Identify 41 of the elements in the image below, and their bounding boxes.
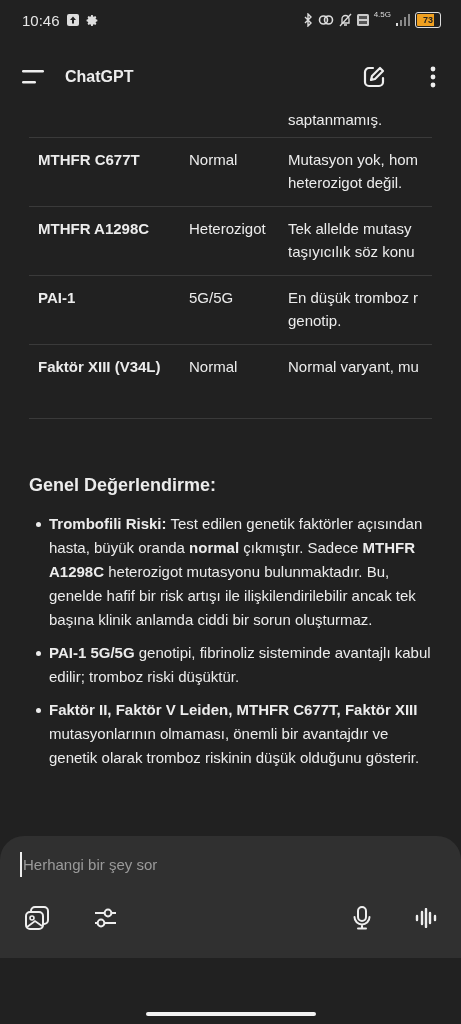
table-cell-text: Normal bbox=[189, 150, 239, 170]
table-cell-text: Normal bbox=[189, 357, 239, 377]
bullet-text: Faktör II, Faktör V Leiden, MTHFR C677T, Faktör XIII mutasyonlarının olmaması, önemli bir avantajdır ve genetik olarak tromboz riskinin düşük olduğunu gösterir. bbox=[49, 700, 421, 768]
gallery-icon[interactable] bbox=[24, 905, 50, 931]
network-type: 4.5G bbox=[373, 10, 391, 19]
table-cell-text: Faktör XIII (V34L) bbox=[37, 357, 162, 377]
table-cell-text: Mutasyon yok, hom bbox=[288, 150, 419, 170]
table-cell-text: 5G/5G bbox=[189, 288, 235, 308]
bullet-icon bbox=[36, 708, 41, 713]
upload-icon bbox=[66, 14, 79, 26]
bullet-icon bbox=[36, 522, 41, 527]
table-cell-text: genotip. bbox=[288, 311, 342, 331]
bullet-text: PAI-1 5G/5G genotipi, fibrinoliz sisteminde avantajlı kabul edilir; tromboz riski düşüktür. bbox=[49, 643, 432, 687]
bullet-text: Trombofili Riski: Test edilen genetik faktörler açısından hasta, büyük oranda normal çıkmıştır. Sadece MTHFR A1298C heterozigot mutasyonu bulunmaktadır. Bu, genelde hafif bir risk artışı ile ilişkilendirilebilir ancak tek başına klinik anlamda ciddi bir sorun oluşturmaz. bbox=[49, 514, 424, 630]
table-cell-text: PAI-1 bbox=[37, 288, 77, 308]
new-chat-icon[interactable] bbox=[363, 66, 385, 88]
table-cell-text: Heterozigot bbox=[189, 219, 267, 239]
bell-off-icon bbox=[338, 13, 352, 27]
sliders-icon[interactable] bbox=[94, 907, 118, 929]
menu-icon[interactable] bbox=[22, 70, 44, 84]
link-icon bbox=[317, 14, 334, 26]
table-cell-text: MTHFR A1298C bbox=[37, 219, 151, 239]
table-cell-text: heterozigot değil. bbox=[288, 173, 403, 193]
table-cell-text: saptanmamış. bbox=[288, 114, 383, 130]
battery-indicator: 73 bbox=[415, 12, 441, 28]
bluetooth-icon bbox=[303, 13, 313, 27]
table-cell-text: MTHFR C677T bbox=[37, 150, 141, 170]
table-cell-text: En düşük tromboz r bbox=[288, 288, 419, 308]
clock: 10:46 bbox=[22, 11, 60, 29]
table-cell-text: Normal varyant, mu bbox=[288, 357, 419, 377]
message-input[interactable]: Herhangi bir şey sor bbox=[20, 852, 441, 877]
table-cell-text: taşıyıcılık söz konu bbox=[288, 242, 415, 262]
section-heading: Genel Değerlendirme: bbox=[29, 475, 218, 496]
settings-icon bbox=[85, 13, 99, 27]
bullet-icon bbox=[36, 651, 41, 656]
voice-mode-icon[interactable] bbox=[415, 908, 437, 928]
table-cell-text: Tek allelde mutasy bbox=[288, 219, 412, 239]
microphone-icon[interactable] bbox=[353, 906, 371, 930]
more-options-icon[interactable] bbox=[430, 66, 436, 88]
app-title: ChatGPT bbox=[65, 68, 134, 86]
signal-icon bbox=[396, 14, 410, 26]
